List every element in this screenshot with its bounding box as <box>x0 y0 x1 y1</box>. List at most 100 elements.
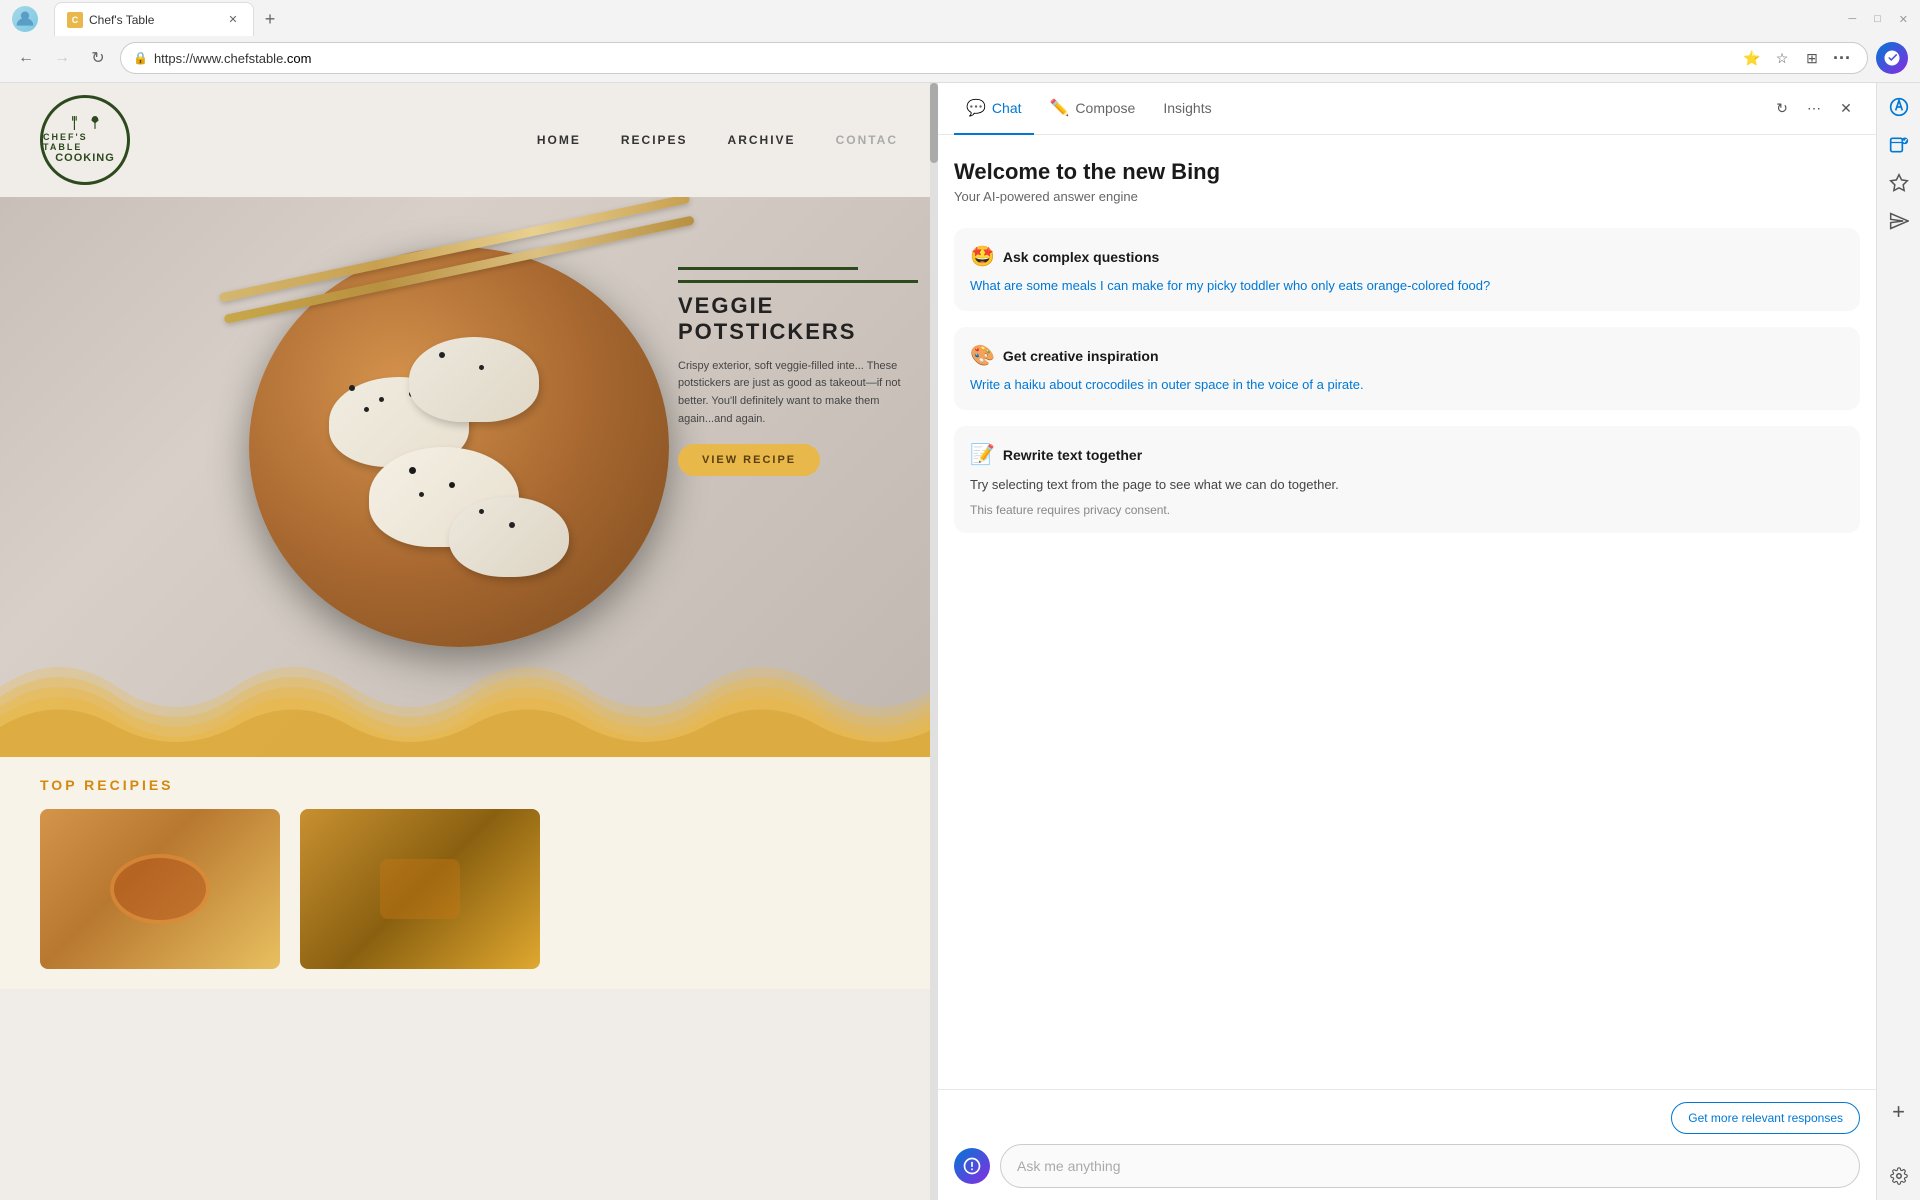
tab-insights[interactable]: Insights <box>1151 83 1223 135</box>
site-nav: HOME RECIPES ARCHIVE CONTAC <box>537 133 898 147</box>
refresh-chat-button[interactable]: ↻ <box>1768 95 1796 123</box>
welcome-subtitle: Your AI-powered answer engine <box>954 189 1860 204</box>
new-tab-button[interactable]: + <box>256 5 284 33</box>
bing-panel-footer: Get more relevant responses Ask me anyth… <box>938 1089 1876 1200</box>
address-actions: ⭐ ☆ ⊞ ··· <box>1739 45 1855 71</box>
website-content: CHEF'S TABLE COOKING HOME RECIPES ARCHIV… <box>0 83 938 1200</box>
card1-title: Ask complex questions <box>1003 249 1159 265</box>
compose-tab-label: Compose <box>1075 100 1135 116</box>
logo-text-top: CHEF'S TABLE <box>43 132 127 152</box>
chat-tab-label: Chat <box>992 100 1022 116</box>
top-recipes-label: TOP RECIPIES <box>40 777 898 793</box>
settings-button-edge[interactable] <box>1883 1160 1915 1192</box>
welcome-title: Welcome to the new Bing <box>954 159 1860 185</box>
card3-emoji: 📝 <box>970 442 995 467</box>
site-logo: CHEF'S TABLE COOKING <box>40 95 130 185</box>
url-text: https://www.chefstable <box>154 51 283 66</box>
welcome-section: Welcome to the new Bing Your AI-powered … <box>954 159 1860 212</box>
tab-chat[interactable]: 💬 Chat <box>954 83 1034 135</box>
profile-icon[interactable] <box>12 6 38 32</box>
favorites-button[interactable]: ☆ <box>1769 45 1795 71</box>
site-bottom: TOP RECIPIES <box>0 757 938 989</box>
card2-emoji: 🎨 <box>970 343 995 368</box>
dumplings <box>289 317 629 617</box>
nav-home[interactable]: HOME <box>537 133 581 147</box>
minimize-button[interactable]: ─ <box>1848 13 1856 26</box>
address-bar[interactable]: 🔒 https://www.chefstable.com ⭐ ☆ ⊞ ··· <box>120 42 1868 74</box>
bing-chat-panel: 💬 Chat ✏️ Compose Insights ↻ ⋯ ✕ Welcome… <box>938 83 1876 1200</box>
title-bar: C Chef's Table ✕ + ─ □ ✕ <box>0 0 1920 38</box>
insights-tab-label: Insights <box>1163 100 1211 116</box>
rewrite-text-card: 📝 Rewrite text together Try selecting te… <box>954 426 1860 533</box>
compose-icon: ✏️ <box>1050 98 1070 118</box>
chopstick-2 <box>223 215 694 324</box>
recipe-thumb-1[interactable] <box>40 809 280 969</box>
recipe-thumb-2[interactable] <box>300 809 540 969</box>
edge-sidebar-icons: + <box>1876 83 1920 1200</box>
collections-button[interactable]: ⊞ <box>1799 45 1825 71</box>
card1-header: 🤩 Ask complex questions <box>970 244 1844 269</box>
card2-title: Get creative inspiration <box>1003 348 1159 364</box>
refresh-button[interactable]: ↻ <box>84 44 112 72</box>
tab-compose[interactable]: ✏️ Compose <box>1038 83 1148 135</box>
bing-panel-header: 💬 Chat ✏️ Compose Insights ↻ ⋯ ✕ <box>938 83 1876 135</box>
dumpling-4 <box>449 497 569 577</box>
ask-complex-card: 🤩 Ask complex questions What are some me… <box>954 228 1860 311</box>
page-insights-button[interactable]: ⭐ <box>1739 45 1765 71</box>
view-recipe-button[interactable]: VIEW RECIPE <box>678 444 820 476</box>
nav-contact[interactable]: CONTAC <box>836 133 898 147</box>
tab-close-button[interactable]: ✕ <box>225 12 241 28</box>
dumpling-2 <box>409 337 539 422</box>
recipe-thumbnails <box>40 809 898 969</box>
hero-image: VEGGIE POTSTICKERS Crispy exterior, soft… <box>0 197 938 757</box>
wave-decoration <box>0 627 938 757</box>
address-bar-row: ← → ↻ 🔒 https://www.chefstable.com ⭐ ☆ ⊞… <box>0 38 1920 82</box>
add-button-edge[interactable]: + <box>1883 1096 1915 1128</box>
card2-header: 🎨 Get creative inspiration <box>970 343 1844 368</box>
card3-text: Try selecting text from the page to see … <box>970 475 1844 495</box>
website-viewport: CHEF'S TABLE COOKING HOME RECIPES ARCHIV… <box>0 83 938 1200</box>
scroll-track[interactable] <box>930 83 938 1200</box>
card2-link[interactable]: Write a haiku about crocodiles in outer … <box>970 376 1844 394</box>
collections-button-edge[interactable] <box>1883 167 1915 199</box>
get-more-responses-button[interactable]: Get more relevant responses <box>1671 1102 1860 1134</box>
hero-divider <box>678 267 858 270</box>
ask-input[interactable]: Ask me anything <box>1000 1144 1860 1188</box>
address-url: https://www.chefstable.com <box>154 51 1739 66</box>
close-panel-button[interactable]: ✕ <box>1832 95 1860 123</box>
settings-more-button[interactable]: ··· <box>1829 45 1855 71</box>
outlook-button[interactable] <box>1883 129 1915 161</box>
bing-toggle-button[interactable] <box>1876 42 1908 74</box>
lock-icon: 🔒 <box>133 51 148 65</box>
maximize-button[interactable]: □ <box>1874 13 1881 26</box>
card3-title: Rewrite text together <box>1003 447 1142 463</box>
active-tab[interactable]: C Chef's Table ✕ <box>54 2 254 36</box>
hero-recipe-desc: Crispy exterior, soft veggie-filled inte… <box>678 358 918 428</box>
logo-circle: CHEF'S TABLE COOKING <box>40 95 130 185</box>
nav-recipes[interactable]: RECIPES <box>621 133 688 147</box>
back-button[interactable]: ← <box>12 44 40 72</box>
send-button-edge[interactable] <box>1883 205 1915 237</box>
hero-text-overlay: VEGGIE POTSTICKERS Crispy exterior, soft… <box>658 247 938 496</box>
tab-favicon: C <box>67 12 83 28</box>
card1-link[interactable]: What are some meals I can make for my pi… <box>970 277 1844 295</box>
scroll-thumb[interactable] <box>930 83 938 163</box>
bing-edge-button[interactable] <box>1883 91 1915 123</box>
tab-title: Chef's Table <box>89 13 219 27</box>
tab-bar: C Chef's Table ✕ + <box>46 2 292 36</box>
logo-text-bottom: COOKING <box>55 152 115 164</box>
creative-inspiration-card: 🎨 Get creative inspiration Write a haiku… <box>954 327 1860 410</box>
close-window-button[interactable]: ✕ <box>1899 13 1908 26</box>
forward-button[interactable]: → <box>48 44 76 72</box>
card3-subtext: This feature requires privacy consent. <box>970 503 1844 517</box>
nav-archive[interactable]: ARCHIVE <box>728 133 796 147</box>
url-domain: .com <box>283 51 311 66</box>
more-options-button[interactable]: ⋯ <box>1800 95 1828 123</box>
chat-icon: 💬 <box>966 98 986 118</box>
bing-panel-body: Welcome to the new Bing Your AI-powered … <box>938 135 1876 1089</box>
site-header: CHEF'S TABLE COOKING HOME RECIPES ARCHIV… <box>0 83 938 197</box>
ask-placeholder: Ask me anything <box>1017 1158 1121 1174</box>
logo-utensils <box>68 116 102 130</box>
bing-ask-icon[interactable] <box>954 1148 990 1184</box>
card3-header: 📝 Rewrite text together <box>970 442 1844 467</box>
